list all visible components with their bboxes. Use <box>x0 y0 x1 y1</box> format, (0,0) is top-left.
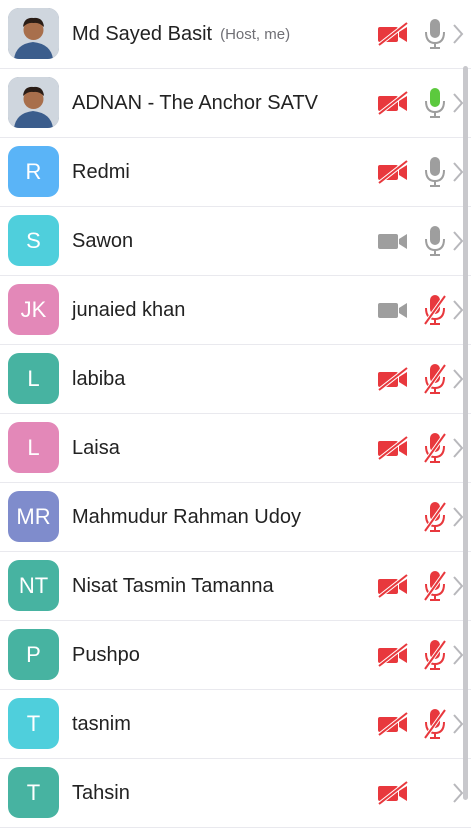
participant-name: Mahmudur Rahman Udoy <box>72 483 301 551</box>
participant-name: junaied khan <box>72 276 185 344</box>
participant-name-text: ADNAN - The Anchor SATV <box>72 91 319 114</box>
mic-off-icon[interactable] <box>423 708 447 740</box>
participant-name-text: Tahsin <box>72 781 130 804</box>
participant-name: Laisa <box>72 414 120 482</box>
avatar-initials: NT <box>8 560 59 611</box>
participant-name-text: Sawon <box>72 229 134 252</box>
participant-row[interactable]: T Tahsin <box>0 759 471 828</box>
mic-off-icon[interactable] <box>423 363 447 395</box>
participant-name: Sawon <box>72 207 133 275</box>
participant-name-text: Mahmudur Rahman Udoy <box>72 505 301 528</box>
video-off-icon[interactable] <box>377 642 409 668</box>
participant-row[interactable]: NT Nisat Tasmin Tamanna <box>0 552 471 621</box>
avatar-initials: R <box>8 146 59 197</box>
participant-row[interactable]: R Redmi <box>0 138 471 207</box>
avatar-initials: S <box>8 215 59 266</box>
participant-row[interactable]: JK junaied khan <box>0 276 471 345</box>
video-off-icon[interactable] <box>377 21 409 47</box>
mic-off-icon[interactable] <box>423 294 447 326</box>
participant-name-text: Redmi <box>72 160 130 183</box>
mic-icon[interactable] <box>424 225 446 257</box>
video-off-icon[interactable] <box>377 90 409 116</box>
participant-row[interactable]: S Sawon <box>0 207 471 276</box>
avatar-initials: MR <box>8 491 59 542</box>
video-off-icon[interactable] <box>377 159 409 185</box>
mic-off-icon[interactable] <box>423 432 447 464</box>
participant-name-text: Nisat Tasmin Tamanna <box>72 574 274 597</box>
mic-icon[interactable] <box>424 87 446 119</box>
participant-row[interactable]: Ttasnim <box>0 690 471 759</box>
participant-row[interactable]: Md Sayed Basit (Host, me) <box>0 0 471 69</box>
avatar-initials: JK <box>8 284 59 335</box>
video-off-icon[interactable] <box>377 366 409 392</box>
video-off-icon[interactable] <box>377 711 409 737</box>
mic-icon[interactable] <box>424 156 446 188</box>
participant-name-text: Pushpo <box>72 643 140 666</box>
participant-name: Redmi <box>72 138 130 206</box>
participant-name: Nisat Tasmin Tamanna <box>72 552 274 620</box>
participant-name-text: labiba <box>72 367 126 390</box>
scrollbar[interactable] <box>463 66 468 800</box>
avatar-photo <box>8 77 59 128</box>
video-icon[interactable] <box>377 298 409 322</box>
avatar-initials: L <box>8 422 59 473</box>
participant-row[interactable]: L Laisa <box>0 414 471 483</box>
mic-icon[interactable] <box>424 18 446 50</box>
host-tag: (Host, me) <box>220 25 291 43</box>
participant-row[interactable]: Llabiba <box>0 345 471 414</box>
participant-name-text: tasnim <box>72 712 131 735</box>
participant-row[interactable]: P Pushpo <box>0 621 471 690</box>
participant-name-text: Laisa <box>72 436 120 459</box>
participant-row[interactable]: ADNAN - The Anchor SATV <box>0 69 471 138</box>
avatar-initials: L <box>8 353 59 404</box>
participant-name: Tahsin <box>72 759 130 827</box>
avatar-initials: P <box>8 629 59 680</box>
participant-row[interactable]: MR Mahmudur Rahman Udoy <box>0 483 471 552</box>
mic-off-icon[interactable] <box>423 570 447 602</box>
chevron-right-icon[interactable] <box>451 22 465 46</box>
avatar-photo <box>8 8 59 59</box>
participant-name: tasnim <box>72 690 131 758</box>
video-icon[interactable] <box>377 229 409 253</box>
video-off-icon[interactable] <box>377 435 409 461</box>
mic-off-icon[interactable] <box>423 639 447 671</box>
participant-name-text: junaied khan <box>72 298 186 321</box>
participant-name: ADNAN - The Anchor SATV <box>72 69 318 137</box>
participant-name-text: Md Sayed Basit <box>72 22 213 45</box>
participant-name: Md Sayed Basit (Host, me) <box>72 0 290 68</box>
participants-list: Md Sayed Basit (Host, me) ADNAN - The Anch… <box>0 0 471 828</box>
participant-name: labiba <box>72 345 125 413</box>
video-off-icon[interactable] <box>377 573 409 599</box>
participant-name: Pushpo <box>72 621 140 689</box>
video-off-icon[interactable] <box>377 780 409 806</box>
mic-off-icon[interactable] <box>423 501 447 533</box>
avatar-initials: T <box>8 767 59 818</box>
avatar-initials: T <box>8 698 59 749</box>
